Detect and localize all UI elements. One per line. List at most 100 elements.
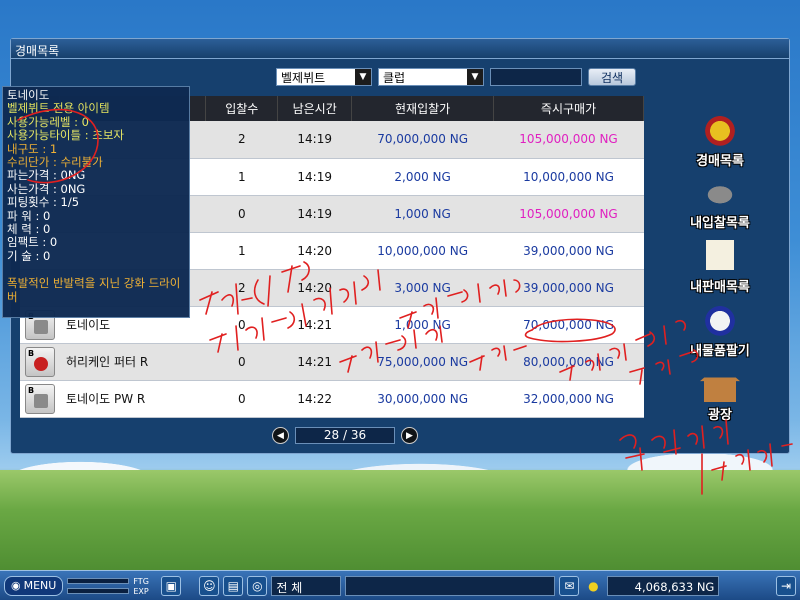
- current-bid: 1,000 NG: [351, 306, 494, 344]
- time-left: 14:20: [277, 232, 352, 270]
- ftg-gauge: [67, 577, 130, 584]
- chevron-down-icon[interactable]: ▼: [355, 69, 371, 85]
- bid-count: 1: [205, 232, 278, 270]
- exp-label: EXP: [133, 586, 149, 596]
- status-gauges: FTG EXP: [67, 575, 157, 597]
- friends-icon[interactable]: ☺: [199, 575, 220, 596]
- current-bid: 70,000,000 NG: [351, 121, 494, 159]
- bid-count: 0: [205, 306, 278, 344]
- window-title: 경매목록: [11, 39, 789, 59]
- tooltip-stat: 기 술 : 0: [7, 248, 51, 263]
- tooltip-stat: 체 력 : 0: [7, 222, 51, 237]
- header-current-bid: 현재입찰가: [351, 96, 495, 121]
- chevron-down-icon[interactable]: ▼: [467, 69, 483, 85]
- time-left: 14:21: [277, 343, 352, 381]
- time-left: 14:20: [277, 269, 352, 307]
- bid-count: 0: [205, 380, 278, 418]
- header-buyout: 즉시구매가: [493, 96, 644, 121]
- background-grass: [0, 470, 800, 570]
- current-bid: 10,000,000 NG: [351, 232, 494, 270]
- page-number: 28 / 36: [295, 427, 395, 444]
- clipboard-icon: [706, 236, 734, 274]
- bid-count: 0: [205, 343, 278, 381]
- chat-input[interactable]: [345, 575, 556, 596]
- tooltip-stat: 파 워 : 0: [7, 208, 51, 223]
- money-display: 4,068,633 NG: [607, 575, 720, 596]
- sell-icon: [695, 300, 745, 338]
- tooltip-stat: 사용가능타이틀 : 초보자: [7, 128, 124, 143]
- ftg-label: FTG: [133, 576, 149, 586]
- tooltip-stat: 수리단가 : 수리불가: [7, 155, 103, 170]
- chat-channel-select[interactable]: 전 체: [271, 575, 342, 596]
- prev-page-icon[interactable]: ◀: [272, 427, 289, 444]
- buyout-price: 39,000,000 NG: [493, 269, 644, 307]
- character-icon[interactable]: ▣: [161, 575, 182, 596]
- side-sell-item-button[interactable]: 내물품팔기: [680, 300, 760, 359]
- header-bids: 입찰수: [205, 96, 279, 121]
- category-select[interactable]: 벨제뷔트 ▼: [276, 68, 372, 86]
- menu-label: MENU: [23, 579, 57, 592]
- item-tooltip: 토네이도 벨제뷔트 전용 아이템 사용가능레벨 : 0 사용가능타이틀 : 초보자 내…: [2, 86, 190, 318]
- side-auction-list-button[interactable]: 경매목록: [680, 110, 760, 169]
- tooltip-description: 폭발적인 반발력을 지닌 강화 드라이버: [7, 276, 181, 304]
- tooltip-stat: 임팩트 : 0: [7, 235, 58, 250]
- time-left: 14:22: [277, 380, 352, 418]
- side-label: 경매목록: [696, 154, 744, 169]
- item-name: 토네이도 PW R: [59, 380, 206, 418]
- bid-count: 1: [205, 158, 278, 196]
- auction-icon: [695, 110, 745, 148]
- tooltip-stat: 사는가격 : 0NG: [7, 181, 86, 196]
- cart-icon: [695, 172, 745, 210]
- time-left: 14:19: [277, 195, 352, 233]
- side-label: 내물품팔기: [690, 344, 750, 359]
- current-bid: 2,000 NG: [351, 158, 494, 196]
- buyout-price: 70,000,000 NG: [493, 306, 644, 344]
- menu-button[interactable]: ◉ MENU: [4, 575, 64, 596]
- bid-count: 0: [205, 195, 278, 233]
- category-value: 벨제뷔트: [281, 70, 326, 85]
- tooltip-stat: 사용가능레벨 : 0: [7, 114, 89, 129]
- buyout-price: 10,000,000 NG: [493, 158, 644, 196]
- time-left: 14:19: [277, 121, 352, 159]
- item-icon-cell: B: [20, 343, 60, 381]
- inventory-icon[interactable]: ▤: [223, 575, 244, 596]
- tooltip-item-name: 토네이도: [7, 88, 50, 102]
- exp-gauge: [67, 587, 130, 594]
- buyout-price: 32,000,000 NG: [493, 380, 644, 418]
- next-page-icon[interactable]: ▶: [401, 427, 418, 444]
- pager: ◀ 28 / 36 ▶: [272, 427, 418, 444]
- search-button[interactable]: 검색: [588, 68, 637, 86]
- type-select[interactable]: 클럽 ▼: [378, 68, 484, 86]
- side-my-bids-button[interactable]: 내입찰목록: [680, 172, 760, 231]
- search-input[interactable]: [490, 68, 582, 86]
- current-bid: 75,000,000 NG: [351, 343, 494, 381]
- time-left: 14:19: [277, 158, 352, 196]
- tooltip-stat: 피팅횟수 : 1/5: [7, 195, 80, 210]
- table-row[interactable]: B 허리케인 퍼터 R 0 14:21 75,000,000 NG 80,000,000 …: [20, 343, 644, 381]
- filter-bar: 벨제뷔트 ▼ 클럽 ▼ 검색: [276, 68, 637, 86]
- side-label: 광장: [708, 408, 732, 423]
- chat-channel-label: 전 체: [276, 580, 303, 595]
- tooltip-stat: 내구도 : 1: [7, 141, 58, 156]
- item-icon-cell: B: [20, 380, 60, 418]
- plaza-icon: [700, 364, 740, 402]
- send-icon[interactable]: ✉: [559, 575, 580, 596]
- header-time: 남은시간: [277, 96, 353, 121]
- buyout-price: 105,000,000 NG: [493, 121, 644, 159]
- side-my-sales-button[interactable]: 내판매목록: [680, 236, 760, 295]
- target-icon[interactable]: ◎: [247, 575, 268, 596]
- buyout-price: 105,000,000 NG: [493, 195, 644, 233]
- taskbar: ◉ MENU FTG EXP ▣ ☺ ▤ ◎ 전 체 ✉ ● 4,068,633…: [0, 570, 800, 600]
- menu-icon: ◉: [11, 579, 21, 592]
- bid-count: 2: [205, 121, 278, 159]
- item-icon: B: [24, 383, 55, 414]
- exit-icon[interactable]: ⇥: [776, 575, 796, 596]
- item-icon: B: [24, 346, 55, 377]
- item-name: 허리케인 퍼터 R: [59, 343, 206, 381]
- side-label: 내판매목록: [690, 280, 750, 295]
- tooltip-stat: 벨제뷔트 전용 아이템: [7, 101, 110, 116]
- type-value: 클럽: [383, 70, 406, 85]
- time-left: 14:21: [277, 306, 352, 344]
- side-plaza-button[interactable]: 광장: [680, 364, 760, 423]
- table-row[interactable]: B 토네이도 PW R 0 14:22 30,000,000 NG 32,000,000 …: [20, 380, 644, 418]
